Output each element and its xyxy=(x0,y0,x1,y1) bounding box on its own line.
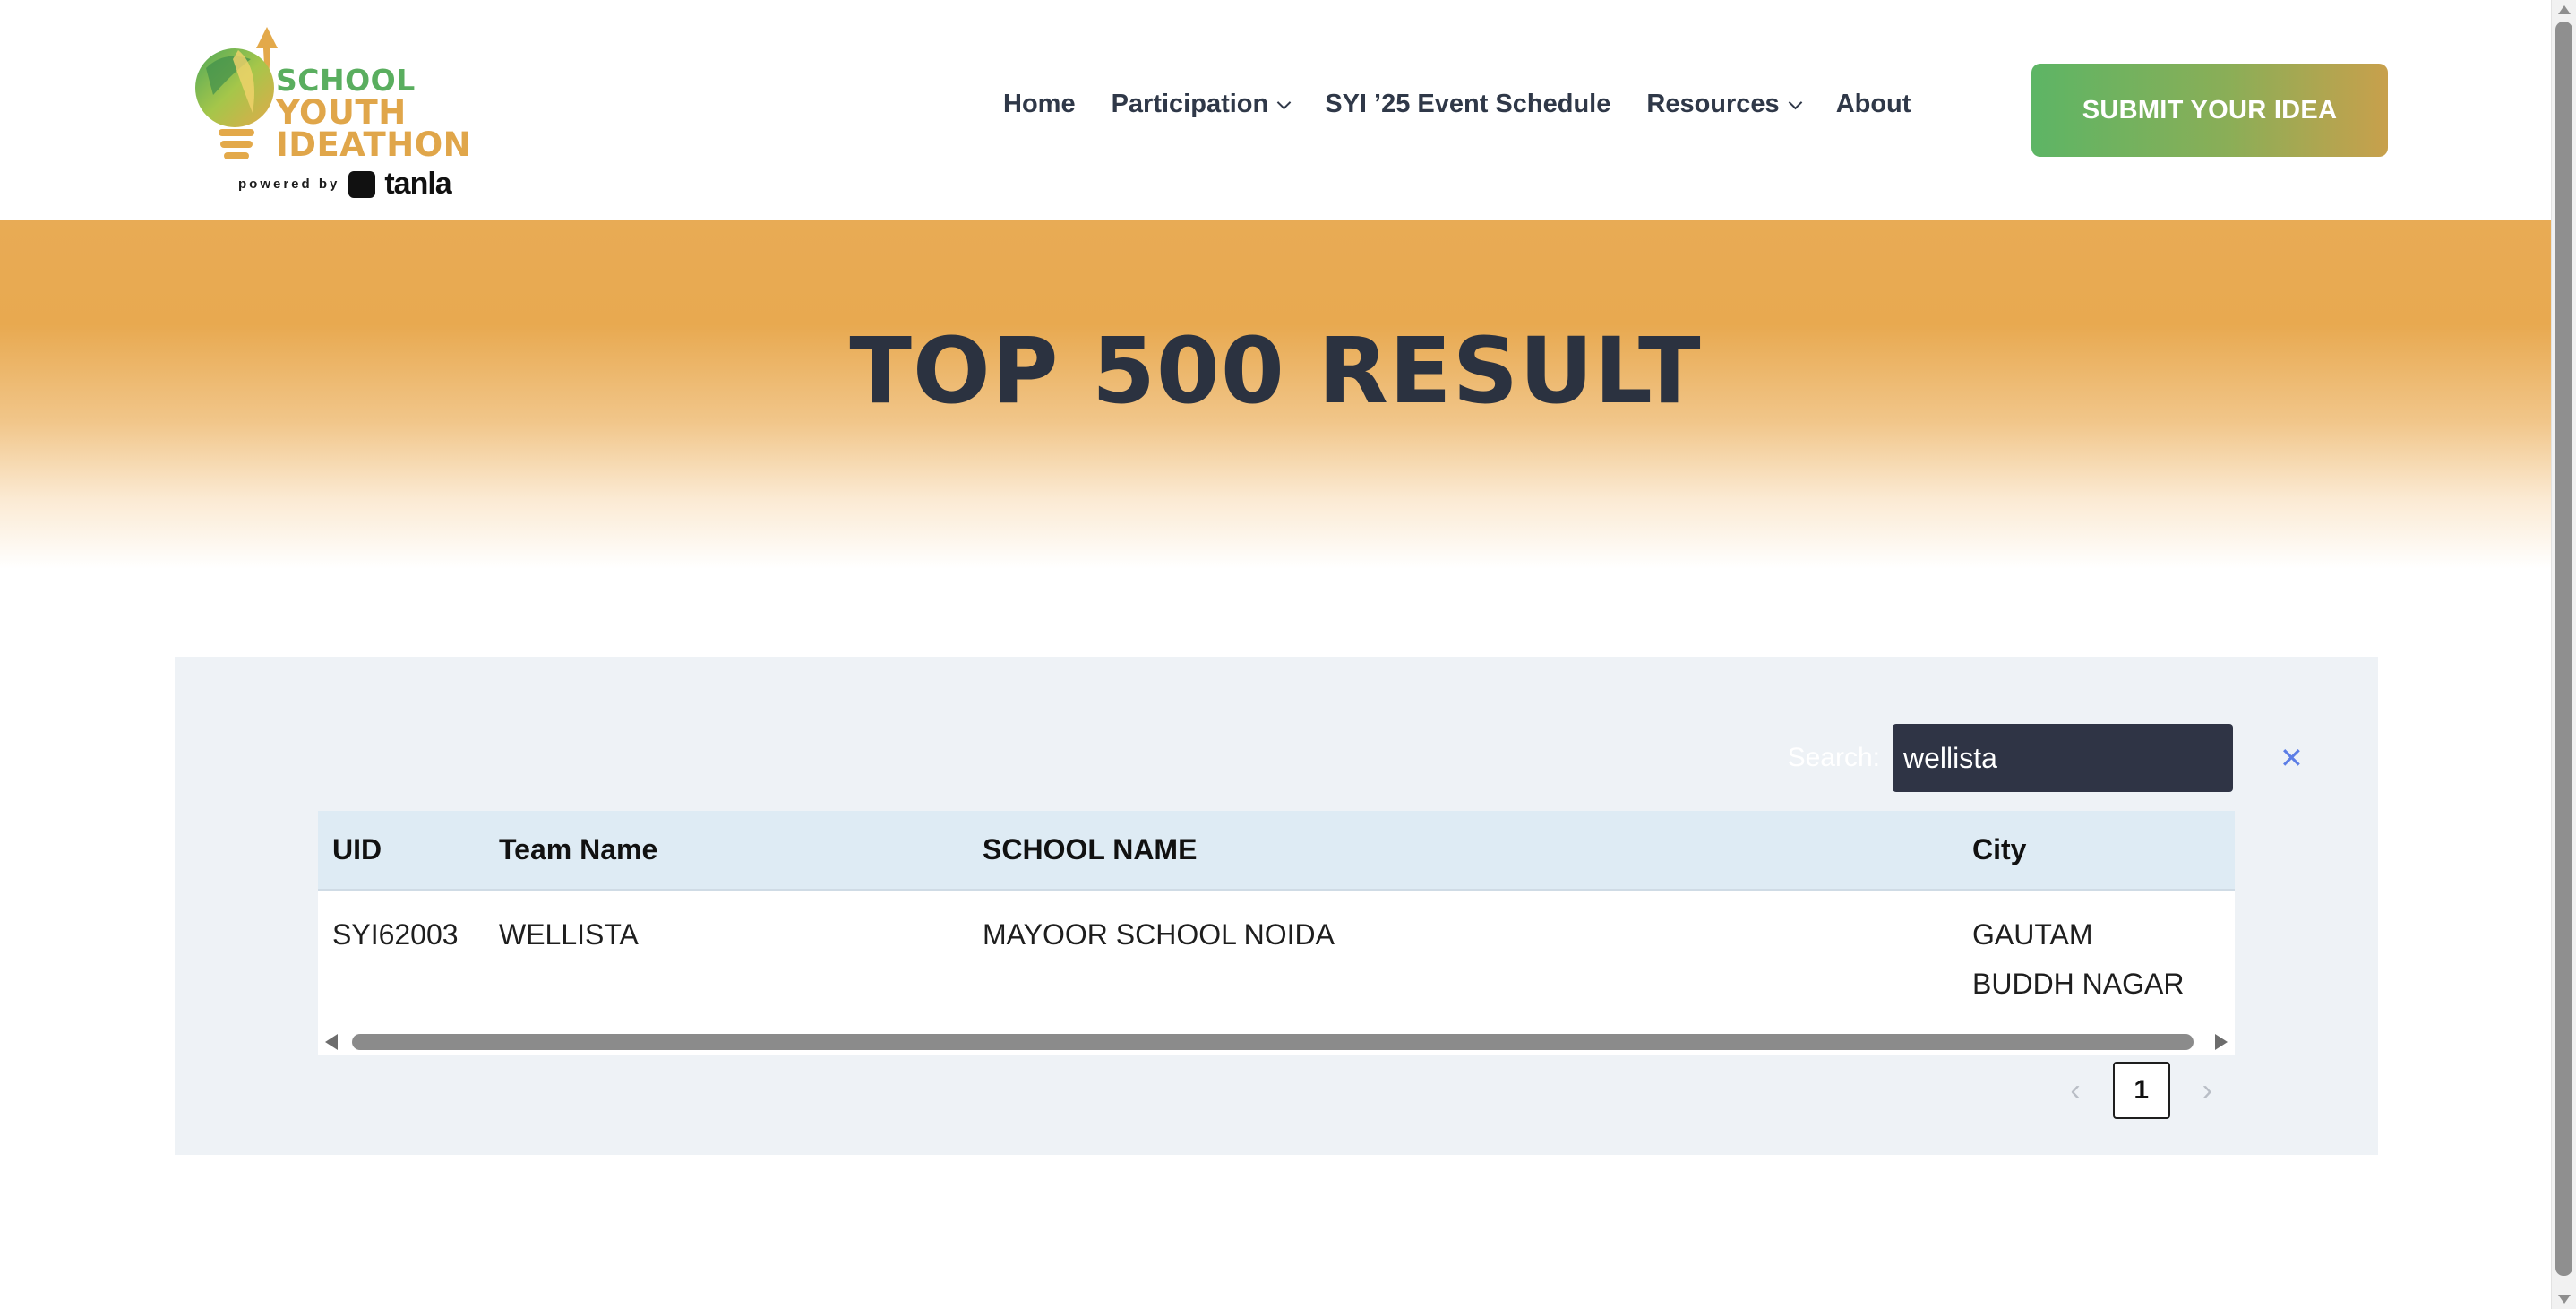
pagination-prev-button[interactable]: ‹ xyxy=(2070,1073,2080,1108)
table-row: SYI62003 WELLISTA MAYOOR SCHOOL NOIDA GA… xyxy=(318,890,2235,1029)
close-icon[interactable]: ✕ xyxy=(2280,741,2304,775)
search-label: Search: xyxy=(1787,743,1880,772)
table-header-row: UID Team Name SCHOOL NAME City xyxy=(318,811,2235,891)
scroll-thumb[interactable] xyxy=(352,1034,2194,1050)
nav-resources-label: Resources xyxy=(1646,90,1780,118)
logo-line-school: SCHOOL xyxy=(276,63,416,98)
table-horizontal-scrollbar[interactable] xyxy=(318,1029,2235,1055)
nav-event-schedule[interactable]: SYI ’25 Event Schedule xyxy=(1325,90,1610,119)
column-header-school-name[interactable]: SCHOOL NAME xyxy=(968,811,1958,891)
scroll-up-arrow-icon[interactable] xyxy=(2558,5,2571,14)
column-header-team-name[interactable]: Team Name xyxy=(485,811,968,891)
nav-participation[interactable]: Participation xyxy=(1111,90,1292,119)
nav-home[interactable]: Home xyxy=(1003,90,1076,119)
search-input[interactable] xyxy=(1893,724,2280,792)
nav-resources[interactable]: Resources xyxy=(1646,90,1802,119)
hero-banner: TOP 500 RESULT xyxy=(0,220,2551,569)
pagination-page-button[interactable]: 1 xyxy=(2112,1062,2170,1119)
powered-by-label: powered by xyxy=(238,177,340,192)
cell-team-name: WELLISTA xyxy=(485,890,968,1029)
page-scroll-thumb[interactable] xyxy=(2555,22,2572,1276)
tanla-logo-icon xyxy=(348,170,376,198)
scroll-left-arrow-icon[interactable] xyxy=(325,1034,338,1050)
cell-city: GAUTAM BUDDH NAGAR xyxy=(1958,890,2235,1029)
scroll-right-arrow-icon[interactable] xyxy=(2215,1034,2228,1050)
page-vertical-scrollbar[interactable] xyxy=(2551,0,2576,1309)
powered-by-tanla: powered by tanla xyxy=(238,167,452,202)
column-header-uid[interactable]: UID xyxy=(318,811,485,891)
cell-uid: SYI62003 xyxy=(318,890,485,1029)
submit-idea-button[interactable]: SUBMIT YOUR IDEA xyxy=(2031,64,2388,157)
search-box: ✕ xyxy=(1893,724,2304,792)
pagination: ‹ 1 › xyxy=(2070,1062,2212,1119)
nav-about-label: About xyxy=(1835,90,1911,118)
results-table: UID Team Name SCHOOL NAME City SYI62003 … xyxy=(318,811,2235,1029)
site-header: SCHOOL YOUTH IDEATHON powered by tanla H… xyxy=(0,0,2551,220)
scroll-down-arrow-icon[interactable] xyxy=(2558,1295,2571,1304)
table-search: Search: ✕ xyxy=(1787,724,2304,792)
cell-school-name: MAYOOR SCHOOL NOIDA xyxy=(968,890,1958,1029)
pagination-next-button[interactable]: › xyxy=(2202,1073,2212,1108)
tanla-wordmark: tanla xyxy=(384,167,451,201)
chevron-down-icon xyxy=(1276,95,1292,110)
site-logo[interactable]: SCHOOL YOUTH IDEATHON powered by tanla xyxy=(188,23,475,202)
logo-line-ideathon: IDEATHON xyxy=(276,125,472,164)
nav-participation-label: Participation xyxy=(1111,90,1269,118)
page-title: TOP 500 RESULT xyxy=(849,318,1702,425)
nav-event-schedule-label: SYI ’25 Event Schedule xyxy=(1325,90,1611,118)
results-panel: Search: ✕ UID Team Name SCHOOL NAME City… xyxy=(175,657,2378,1155)
nav-home-label: Home xyxy=(1003,90,1076,118)
chevron-down-icon xyxy=(1788,95,1802,110)
results-table-container: UID Team Name SCHOOL NAME City SYI62003 … xyxy=(318,811,2235,1055)
main-nav: Home Participation SYI ’25 Event Schedul… xyxy=(1003,90,1946,119)
nav-about[interactable]: About xyxy=(1836,90,1911,119)
column-header-city[interactable]: City xyxy=(1958,811,2235,891)
logo-line-youth: YOUTH xyxy=(276,93,407,132)
logo-wordmark: SCHOOL YOUTH IDEATHON xyxy=(276,63,472,164)
